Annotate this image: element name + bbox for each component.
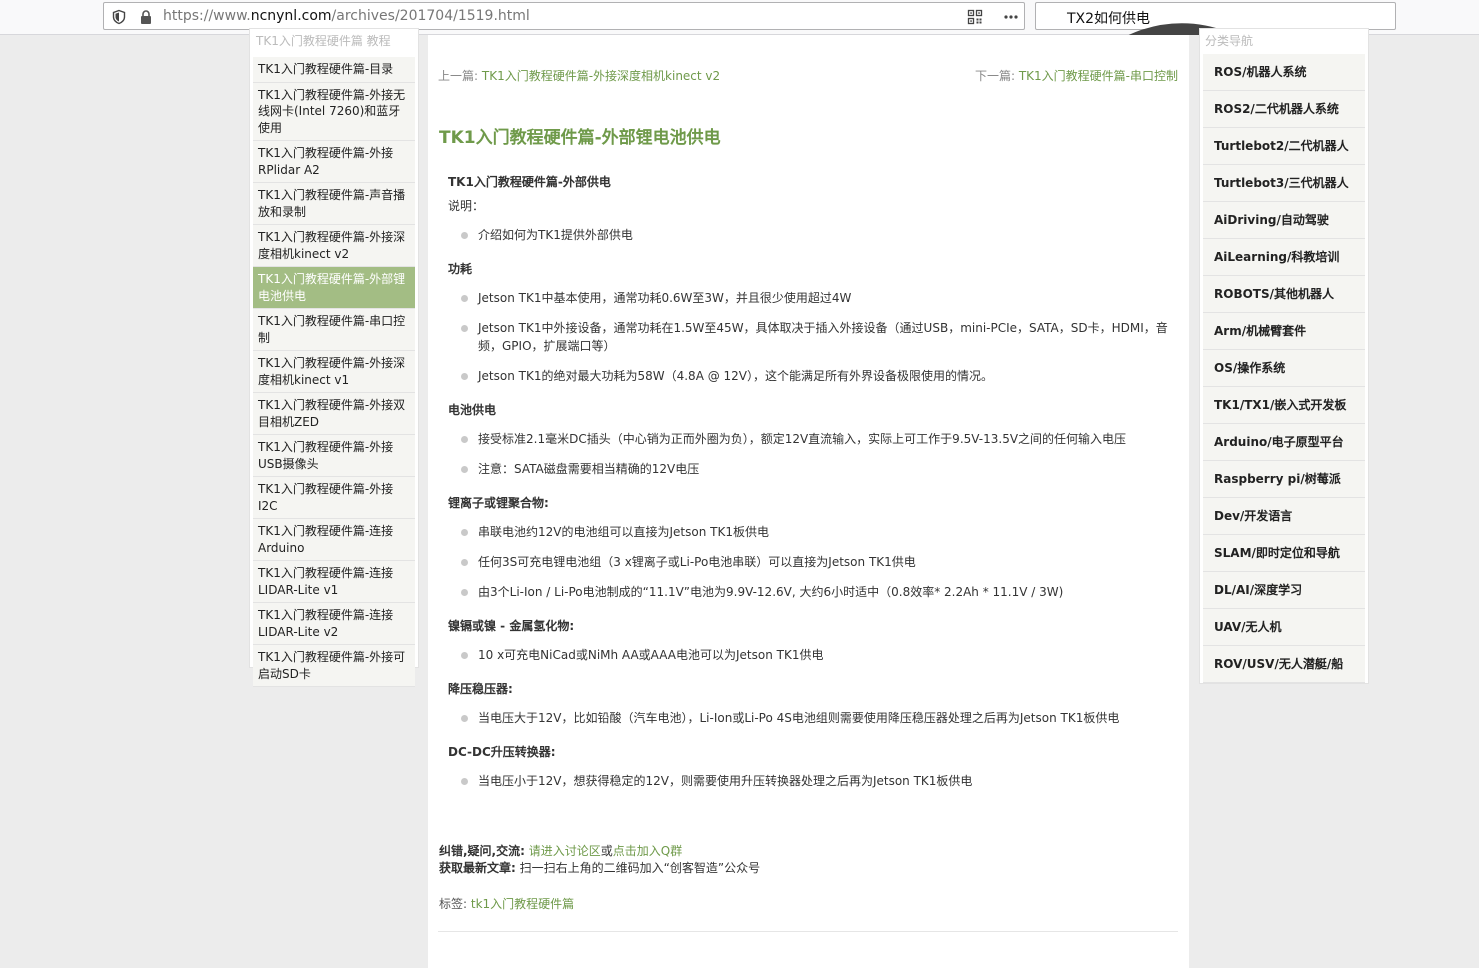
- category-item[interactable]: OS/操作系统: [1203, 350, 1365, 387]
- intro-note: 说明：: [448, 199, 485, 213]
- latest-text: 扫一扫右上角的二维码加入“创客智造”公众号: [519, 861, 761, 875]
- tutorial-item[interactable]: TK1入门教程硬件篇-外接可启动SD卡: [253, 645, 415, 687]
- tutorial-item[interactable]: TK1入门教程硬件篇-连接LIDAR-Lite v1: [253, 561, 415, 603]
- list-item: Jetson TK1中外接设备，通常功耗在1.5W至45W，具体取决于插入外接设…: [448, 319, 1168, 355]
- intro-heading: TK1入门教程硬件篇-外部供电: [448, 175, 611, 189]
- list-item: 串联电池约12V的电池组可以直接为Jetson TK1板供电: [448, 523, 1168, 541]
- bullet-list: 接受标准2.1毫米DC插头（中心销为正而外圈为负），额定12V直流输入，实际上可…: [448, 430, 1168, 478]
- list-item: 由3个Li-Ion / Li-Po电池制成的“11.1V”电池为9.9V-12.…: [448, 583, 1168, 601]
- next-label: 下一篇:: [974, 69, 1015, 83]
- section-heading: 电池供电: [448, 403, 497, 417]
- list-item: 任何3S可充电锂电池组（3 x锂离子或Li-Po电池串联）可以直接为Jetson…: [448, 553, 1168, 571]
- section-heading: 降压稳压器:: [448, 682, 513, 696]
- article-tags: 标签: tk1入门教程硬件篇: [439, 895, 574, 912]
- tags-label: 标签:: [439, 897, 468, 911]
- next-article: 下一篇: TK1入门教程硬件篇-串口控制: [975, 67, 1178, 84]
- category-list: ROS/机器人系统 ROS2/二代机器人系统 Turtlebot2/二代机器人 Tur…: [1203, 54, 1365, 683]
- tutorial-item[interactable]: TK1入门教程硬件篇-连接LIDAR-Lite v2: [253, 603, 415, 645]
- category-item[interactable]: UAV/无人机: [1203, 609, 1365, 646]
- category-item[interactable]: Turtlebot2/二代机器人: [1203, 128, 1365, 165]
- category-item[interactable]: TK1/TX1/嵌入式开发板: [1203, 387, 1365, 424]
- qr-code-icon[interactable]: [967, 9, 983, 25]
- tutorial-item[interactable]: TK1入门教程硬件篇-外接深度相机kinect v2: [253, 225, 415, 267]
- category-item[interactable]: DL/AI/深度学习: [1203, 572, 1365, 609]
- qq-group-link[interactable]: 点击加入Q群: [613, 844, 682, 858]
- category-item[interactable]: Raspberry pi/树莓派: [1203, 461, 1365, 498]
- prev-article-link[interactable]: TK1入门教程硬件篇-外接深度相机kinect v2: [482, 69, 720, 83]
- tutorial-sidebar: TK1入门教程硬件篇 教程 TK1入门教程硬件篇-目录 TK1入门教程硬件篇-外接…: [249, 28, 419, 687]
- section-heading: 功耗: [448, 262, 473, 276]
- bullet-list: 介绍如何为TK1提供外部供电: [448, 226, 1168, 244]
- prev-label: 上一篇:: [438, 69, 479, 83]
- tutorial-item[interactable]: TK1入门教程硬件篇-外接I2C: [253, 477, 415, 519]
- list-item: 介绍如何为TK1提供外部供电: [448, 226, 1168, 244]
- category-sidebar-heading: 分类导航: [1205, 34, 1254, 48]
- category-item[interactable]: AiLearning/科教培训: [1203, 239, 1365, 276]
- list-item: 接受标准2.1毫米DC插头（中心销为正而外圈为负），额定12V直流输入，实际上可…: [448, 430, 1168, 448]
- more-options-icon[interactable]: [1003, 9, 1019, 25]
- bullet-list: Jetson TK1中基本使用，通常功耗0.6W至3W，并且很少使用超过4W Je…: [448, 289, 1168, 385]
- shield-icon[interactable]: [111, 9, 127, 25]
- divider: [438, 931, 1178, 932]
- url-text[interactable]: https://www.ncnynl.com/archives/201704/1…: [163, 8, 530, 24]
- discussion-link[interactable]: 请进入讨论区: [529, 844, 601, 858]
- category-sidebar: 分类导航 ROS/机器人系统 ROS2/二代机器人系统 Turtlebot2/二代机…: [1199, 28, 1369, 684]
- search-input[interactable]: TX2如何供电: [1067, 8, 1150, 28]
- search-bar[interactable]: TX2如何供电: [1035, 2, 1396, 682]
- bullet-list: 10 x可充电NiCad或NiMh AA或AAA电池可以为Jetson TK1供…: [448, 646, 1168, 664]
- latest-label: 获取最新文章:: [439, 861, 516, 875]
- article-title: TK1入门教程硬件篇-外部锂电池供电: [439, 128, 721, 148]
- category-item[interactable]: SLAM/即时定位和导航: [1203, 535, 1365, 572]
- list-item: 当电压大于12V，比如铅酸（汽车电池），Li-Ion或Li-Po 4S电池组则需…: [448, 709, 1168, 727]
- category-item[interactable]: Dev/开发语言: [1203, 498, 1365, 535]
- section-heading: 锂离子或锂聚合物:: [448, 496, 549, 510]
- feedback-label: 纠错,疑问,交流:: [439, 844, 525, 858]
- category-item[interactable]: ROS2/二代机器人系统: [1203, 91, 1365, 128]
- tutorial-item[interactable]: TK1入门教程硬件篇-外接无线网卡(Intel 7260)和蓝牙使用: [253, 82, 415, 141]
- bullet-list: 当电压大于12V，比如铅酸（汽车电池），Li-Ion或Li-Po 4S电池组则需…: [448, 709, 1168, 727]
- section-heading: 镍镉或镍 - 金属氢化物:: [448, 619, 575, 633]
- tutorial-item[interactable]: TK1入门教程硬件篇-外接USB摄像头: [253, 435, 415, 477]
- tutorial-item[interactable]: TK1入门教程硬件篇-外接双目相机ZED: [253, 393, 415, 435]
- section-heading: DC-DC升压转换器:: [448, 745, 556, 759]
- tutorial-item[interactable]: TK1入门教程硬件篇-连接Arduino: [253, 519, 415, 561]
- category-item[interactable]: Arduino/电子原型平台: [1203, 424, 1365, 461]
- article-main: 上一篇: TK1入门教程硬件篇-外接深度相机kinect v2 下一篇: TK1…: [428, 35, 1189, 968]
- feedback-or: 或: [600, 844, 613, 858]
- category-item[interactable]: ROV/USV/无人潜艇/船: [1203, 646, 1365, 683]
- article-body: TK1入门教程硬件篇-外部供电 说明： 介绍如何为TK1提供外部供电功耗 Jets…: [448, 174, 1168, 790]
- bullet-list: 串联电池约12V的电池组可以直接为Jetson TK1板供电 任何3S可充电锂电池…: [448, 523, 1168, 601]
- tutorial-item[interactable]: TK1入门教程硬件篇-外接深度相机kinect v1: [253, 351, 415, 393]
- lock-icon[interactable]: [138, 9, 154, 25]
- category-item[interactable]: ROBOTS/其他机器人: [1203, 276, 1365, 313]
- tutorial-item[interactable]: TK1入门教程硬件篇-外接RPlidar A2: [253, 141, 415, 183]
- tutorial-item[interactable]: TK1入门教程硬件篇-外部锂电池供电: [253, 267, 415, 309]
- tag-link[interactable]: tk1入门教程硬件篇: [471, 897, 574, 911]
- category-item[interactable]: Turtlebot3/三代机器人: [1203, 165, 1365, 202]
- category-item[interactable]: ROS/机器人系统: [1203, 54, 1365, 91]
- category-item[interactable]: AiDriving/自动驾驶: [1203, 202, 1365, 239]
- url-bar[interactable]: https://www.ncnynl.com/archives/201704/1…: [103, 2, 1025, 30]
- next-article-link[interactable]: TK1入门教程硬件篇-串口控制: [1019, 69, 1178, 83]
- prev-article: 上一篇: TK1入门教程硬件篇-外接深度相机kinect v2: [438, 67, 720, 84]
- article-footer: 纠错,疑问,交流: 请进入讨论区或点击加入Q群 获取最新文章: 扫一扫右上角的二…: [439, 843, 760, 877]
- tutorial-item[interactable]: TK1入门教程硬件篇-串口控制: [253, 309, 415, 351]
- tutorial-list: TK1入门教程硬件篇-目录 TK1入门教程硬件篇-外接无线网卡(Intel 726…: [253, 57, 415, 687]
- list-item: Jetson TK1的绝对最大功耗为58W（4.8A @ 12V），这个能满足所…: [448, 367, 1168, 385]
- list-item: 当电压小于12V，想获得稳定的12V，则需要使用升压转换器处理之后再为Jetso…: [448, 772, 1168, 790]
- list-item: 注意：SATA磁盘需要相当精确的12V电压: [448, 460, 1168, 478]
- list-item: Jetson TK1中基本使用，通常功耗0.6W至3W，并且很少使用超过4W: [448, 289, 1168, 307]
- category-item[interactable]: Arm/机械臂套件: [1203, 313, 1365, 350]
- tutorial-item[interactable]: TK1入门教程硬件篇-声音播放和录制: [253, 183, 415, 225]
- bullet-list: 当电压小于12V，想获得稳定的12V，则需要使用升压转换器处理之后再为Jetso…: [448, 772, 1168, 790]
- tutorial-item[interactable]: TK1入门教程硬件篇-目录: [253, 57, 415, 83]
- tutorial-sidebar-heading: TK1入门教程硬件篇 教程: [256, 34, 391, 48]
- list-item: 10 x可充电NiCad或NiMh AA或AAA电池可以为Jetson TK1供…: [448, 646, 1168, 664]
